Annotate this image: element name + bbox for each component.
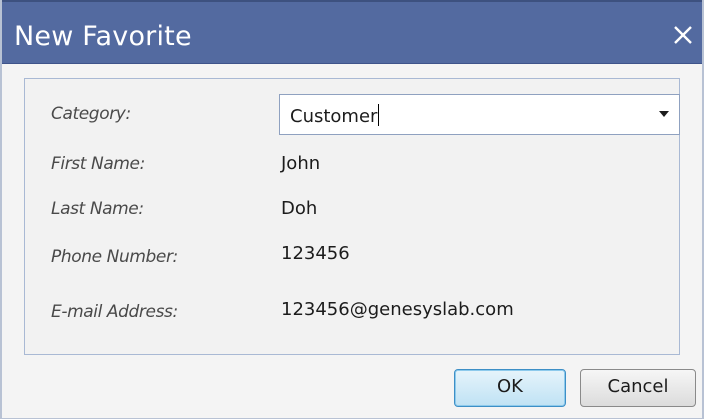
close-button[interactable] xyxy=(670,22,696,48)
close-icon xyxy=(674,26,692,44)
favorite-details-panel: Category: Customer First Name: John Last… xyxy=(24,78,680,355)
cancel-button[interactable]: Cancel xyxy=(580,369,696,407)
chevron-down-icon xyxy=(659,111,669,117)
last-name-label: Last Name: xyxy=(51,199,144,219)
phone-number-label: Phone Number: xyxy=(51,247,178,267)
phone-number-value: 123456 xyxy=(281,243,350,264)
category-select[interactable]: Customer xyxy=(279,94,680,135)
new-favorite-dialog: New Favorite Category: Customer First Na… xyxy=(0,0,704,419)
email-address-label: E-mail Address: xyxy=(51,302,178,322)
text-cursor xyxy=(378,104,380,126)
category-select-value: Customer xyxy=(290,104,380,127)
dialog-title: New Favorite xyxy=(14,21,192,52)
first-name-label: First Name: xyxy=(51,154,145,174)
ok-button[interactable]: OK xyxy=(454,369,566,407)
first-name-value: John xyxy=(281,153,321,174)
last-name-value: Doh xyxy=(281,198,318,219)
title-bar[interactable]: New Favorite xyxy=(2,0,702,64)
email-address-value: 123456@genesyslab.com xyxy=(281,299,514,320)
category-label: Category: xyxy=(51,104,131,124)
